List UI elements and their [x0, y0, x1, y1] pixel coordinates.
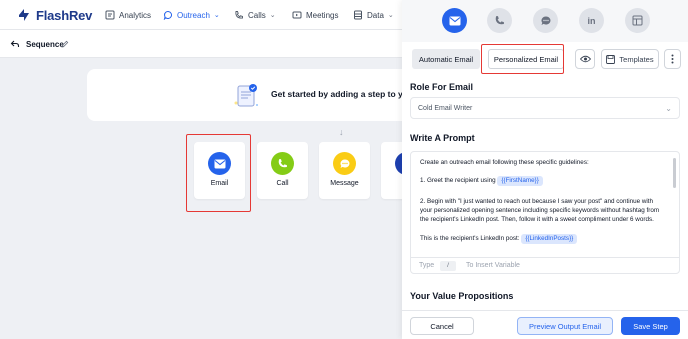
phone-icon	[495, 16, 504, 25]
role-select[interactable]: Cold Email Writer ⌄	[410, 97, 680, 119]
linkedin-icon: in	[587, 15, 596, 26]
edit-icon[interactable]	[61, 40, 69, 48]
prompt-line-6: This is the recipient's LinkedIn post: {…	[420, 234, 578, 244]
chevron-down-icon: ⌄	[665, 104, 672, 113]
nav-calls-label: Calls	[248, 10, 266, 20]
channel-linkedin[interactable]: in	[579, 8, 604, 33]
prompt-line-5: the recipient's LinkedIn post. Then, fol…	[420, 216, 654, 223]
eye-icon	[579, 55, 591, 63]
tab-automatic-email[interactable]: Automatic Email	[412, 49, 480, 69]
more-vertical-icon	[671, 54, 674, 64]
get-started-text: Get started by adding a step to your	[271, 89, 417, 99]
chevron-down-icon: ⌄	[213, 12, 220, 19]
sequence-header: Sequence	[0, 30, 402, 58]
preview-eye-button[interactable]	[575, 49, 595, 69]
prompt-line-6-text: This is the recipient's LinkedIn post:	[420, 235, 520, 242]
outreach-icon	[163, 11, 172, 20]
flashrev-logo-icon	[19, 9, 29, 21]
nav-outreach-label: Outreach	[177, 10, 210, 20]
variable-chip-firstname[interactable]: {{FirstName}}	[497, 176, 543, 186]
database-icon	[354, 10, 362, 20]
nav-meetings[interactable]: Meetings	[292, 0, 338, 30]
chat-icon	[333, 152, 356, 175]
chevron-down-icon: ⌄	[269, 12, 276, 19]
chevron-down-icon: ⌄	[387, 12, 394, 19]
nav-meetings-label: Meetings	[306, 10, 339, 20]
email-step-highlight	[186, 134, 251, 212]
more-options-button[interactable]	[664, 49, 681, 69]
role-select-value: Cold Email Writer	[418, 105, 473, 112]
channel-template[interactable]	[625, 8, 650, 33]
get-started-card: Get started by adding a step to your	[87, 69, 417, 121]
role-section-title: Role For Email	[410, 82, 474, 92]
variable-chip-linkedinposts[interactable]: {{LinkedInPosts}}	[521, 234, 578, 244]
analytics-icon	[105, 10, 115, 20]
preview-output-email-button[interactable]: Preview Output Email	[517, 317, 613, 335]
save-template-icon	[606, 54, 616, 64]
nav-calls[interactable]: Calls ⌄	[234, 0, 276, 30]
prompt-line-3: 2. Begin with "I just wanted to reach ou…	[420, 198, 654, 205]
channel-call[interactable]	[487, 8, 512, 33]
variable-insert-hint: Type / To Insert Variable	[411, 257, 679, 273]
prompt-scrollbar[interactable]	[673, 158, 676, 188]
sequence-title: Sequence	[26, 40, 64, 49]
hint-rest: To Insert Variable	[466, 262, 520, 269]
nav-analytics[interactable]: Analytics	[105, 0, 151, 30]
channel-message[interactable]	[533, 8, 558, 33]
prompt-section-title: Write A Prompt	[410, 133, 475, 143]
step-call[interactable]: Call	[257, 142, 308, 199]
nav-data-label: Data	[367, 10, 384, 20]
app-name: FlashRev	[36, 7, 93, 23]
prompt-line-1: Create an outreach email following these…	[420, 159, 589, 166]
nav-data[interactable]: Data ⌄	[353, 0, 394, 30]
value-props-title: Your Value Propositions	[410, 291, 514, 301]
phone-icon	[271, 152, 294, 175]
document-illustration-icon	[234, 84, 258, 107]
step-message-label: Message	[330, 180, 359, 187]
templates-label: Templates	[619, 54, 654, 64]
step-editor-panel: in Automatic Email Personalized Email Te…	[402, 0, 688, 339]
prompt-line-2-text: 1. Greet the recipient using	[420, 177, 496, 184]
envelope-icon	[449, 16, 460, 25]
nav-analytics-label: Analytics	[119, 10, 152, 20]
prompt-textarea[interactable]: Create an outreach email following these…	[410, 151, 680, 274]
step-message[interactable]: Message	[319, 142, 370, 199]
panel-footer: Cancel Preview Output Email Save Step	[402, 310, 688, 339]
personalized-tab-highlight	[481, 44, 564, 74]
channel-email[interactable]	[442, 8, 467, 33]
prompt-line-4: your personalized opening sentence inclu…	[420, 207, 660, 214]
phone-icon	[235, 11, 243, 19]
prompt-line-2: 1. Greet the recipient using {{FirstName…	[420, 176, 543, 186]
step-call-label: Call	[276, 180, 289, 187]
save-step-button[interactable]: Save Step	[621, 317, 680, 335]
channel-selector: in	[402, 0, 688, 42]
video-icon	[292, 11, 302, 19]
sequence-canvas: Get started by adding a step to your ↓ E…	[0, 58, 432, 339]
hint-type: Type	[419, 262, 435, 269]
app-logo[interactable]: FlashRev	[16, 7, 92, 23]
chat-icon	[540, 15, 550, 25]
hint-slash-key: /	[440, 261, 456, 271]
back-icon[interactable]	[10, 39, 20, 49]
template-icon	[632, 15, 643, 26]
templates-button[interactable]: Templates	[601, 49, 659, 69]
nav-outreach[interactable]: Outreach ⌄	[163, 0, 220, 30]
cancel-button[interactable]: Cancel	[410, 317, 474, 335]
arrow-down-icon: ↓	[339, 127, 344, 137]
